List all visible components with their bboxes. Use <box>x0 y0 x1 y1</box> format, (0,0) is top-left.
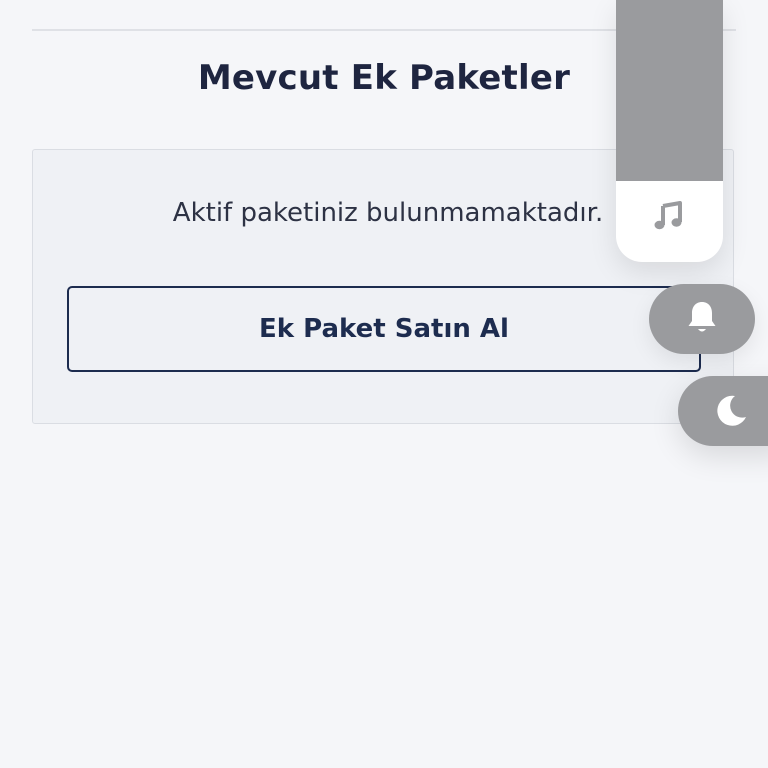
buy-addon-package-button[interactable]: Ek Paket Satın Al <box>67 286 701 372</box>
music-note-icon[interactable] <box>652 198 686 232</box>
dark-mode-toggle-button[interactable] <box>678 376 768 446</box>
notification-toggle-button[interactable] <box>649 284 755 354</box>
bell-icon <box>685 299 719 339</box>
page: Mevcut Ek Paketler Aktif paketiniz bulun… <box>0 0 768 768</box>
music-control-panel[interactable] <box>616 0 723 262</box>
music-panel-handle[interactable] <box>616 0 723 181</box>
moon-icon <box>713 393 749 429</box>
